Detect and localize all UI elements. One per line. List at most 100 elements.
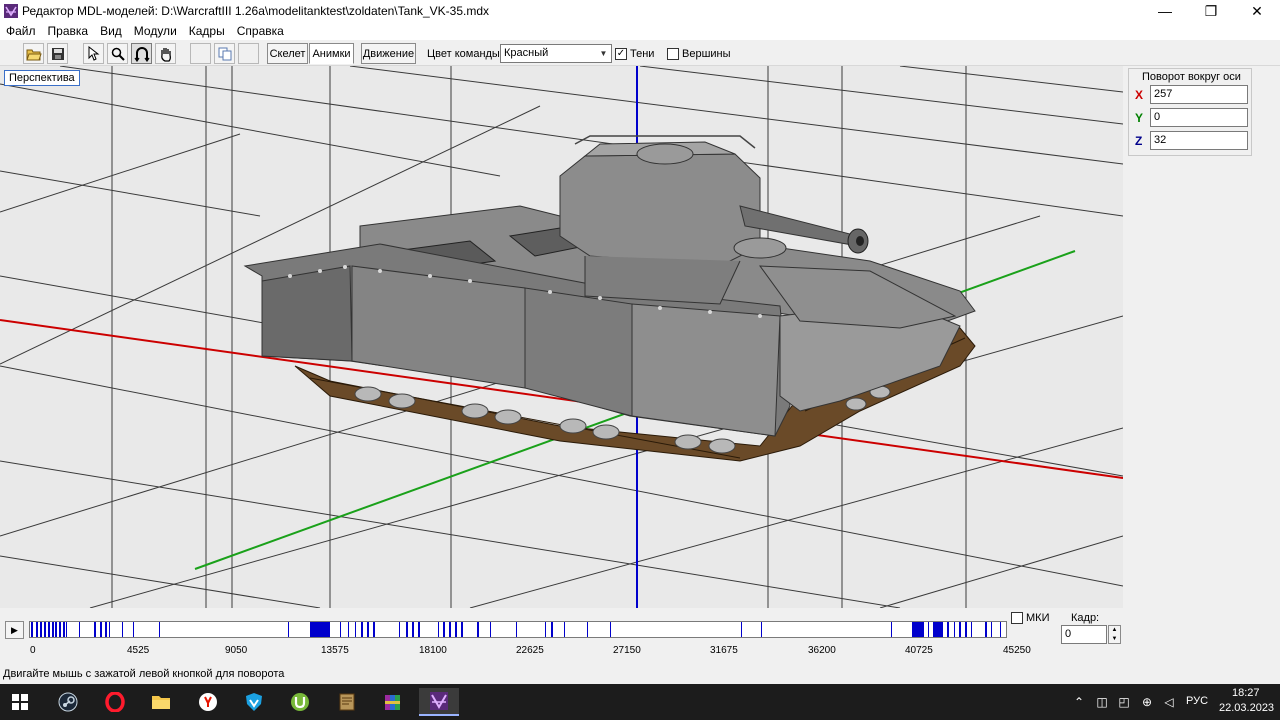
rotation-y-input[interactable]: 0 xyxy=(1150,108,1248,127)
taskbar-steam[interactable] xyxy=(52,688,84,716)
menu-frames[interactable]: Кадры xyxy=(189,24,225,38)
magnifier-icon xyxy=(111,47,125,61)
hand-icon xyxy=(160,47,171,62)
tray-globe-icon[interactable]: ⊕ xyxy=(1139,694,1155,710)
viewport-3d[interactable]: Перспектива xyxy=(0,66,1123,608)
tray-time[interactable]: 18:27 xyxy=(1232,687,1260,699)
timeline-tick: 45250 xyxy=(1003,645,1031,656)
taskbar-mdl-editor[interactable] xyxy=(419,688,459,716)
rotation-panel-title: Поворот вокруг оси xyxy=(1142,71,1241,83)
vertices-label: Вершины xyxy=(682,48,731,60)
open-folder-icon xyxy=(25,49,42,60)
archive-books-icon xyxy=(385,695,400,710)
mdl-editor-icon xyxy=(430,692,448,710)
timeline-tick: 36200 xyxy=(808,645,836,656)
parchment-icon xyxy=(339,693,355,711)
tank-model xyxy=(243,135,976,462)
timeline-tick: 18100 xyxy=(419,645,447,656)
vertices-checkbox[interactable] xyxy=(667,48,679,60)
team-color-select[interactable]: Красный ▼ xyxy=(500,44,612,63)
tab-skeleton[interactable]: Скелет xyxy=(267,43,308,64)
copy-button[interactable] xyxy=(214,43,235,64)
timeline-tick: 4525 xyxy=(127,645,150,656)
tray-volume-icon[interactable]: ◁ xyxy=(1161,694,1177,710)
frame-label: Кадр: xyxy=(1071,612,1100,624)
rotation-group: Поворот вокруг оси X 257 Y 0 Z 32 xyxy=(1128,68,1252,156)
timeline-tick: 13575 xyxy=(321,645,349,656)
shield-icon xyxy=(246,693,262,711)
taskbar-war3-tool[interactable] xyxy=(331,688,363,716)
tray-overflow-chevron-icon[interactable]: ⌃ xyxy=(1071,694,1087,710)
tab-animations[interactable]: Анимки xyxy=(309,43,354,64)
taskbar-shield-app[interactable] xyxy=(238,688,270,716)
keyframe-markers xyxy=(31,622,1001,637)
rotation-z-input[interactable]: 32 xyxy=(1150,131,1248,150)
save-button[interactable] xyxy=(47,43,68,64)
opera-icon xyxy=(105,692,125,712)
play-button[interactable]: ▶ xyxy=(5,621,24,639)
floppy-disk-icon xyxy=(51,47,64,60)
steam-icon xyxy=(58,692,78,712)
open-button[interactable] xyxy=(23,43,44,64)
menu-view[interactable]: Вид xyxy=(100,24,122,38)
tray-network-icon[interactable]: ◰ xyxy=(1116,694,1132,710)
start-button[interactable] xyxy=(4,688,36,716)
timeline-tick: 40725 xyxy=(905,645,933,656)
timeline-track[interactable] xyxy=(29,621,1007,638)
yandex-browser-icon xyxy=(199,693,217,711)
tray-date[interactable]: 22.03.2023 xyxy=(1219,702,1274,714)
copy-pages-icon xyxy=(218,47,231,60)
utorrent-icon xyxy=(291,693,309,711)
taskbar-opera[interactable] xyxy=(99,688,131,716)
perspective-button[interactable]: Перспектива xyxy=(4,70,80,86)
frame-input[interactable]: 0 xyxy=(1061,625,1107,644)
menu-bar: Файл Правка Вид Модули Кадры Справка xyxy=(0,22,1280,40)
tab-movement[interactable]: Движение xyxy=(361,43,416,64)
frame-spinner[interactable]: ▲ ▼ xyxy=(1108,625,1121,644)
play-icon: ▶ xyxy=(11,624,18,635)
close-button[interactable]: ✕ xyxy=(1234,0,1280,22)
window-controls: — ❐ ✕ xyxy=(1142,0,1280,22)
shadows-label: Тени xyxy=(630,48,655,60)
window-title: Редактор MDL-моделей: D:\WarcraftIII 1.2… xyxy=(22,4,490,18)
blank-tool-button[interactable] xyxy=(190,43,211,64)
menu-file[interactable]: Файл xyxy=(6,24,36,38)
rotate-tool-button[interactable] xyxy=(131,43,152,64)
timeline-tick: 0 xyxy=(30,645,36,656)
team-color-value: Красный xyxy=(504,47,549,59)
rotation-x-input[interactable]: 257 xyxy=(1150,85,1248,104)
select-tool-button[interactable] xyxy=(83,43,104,64)
taskbar: ⌃ ◫ ◰ ⊕ ◁ РУС 18:27 22.03.2023 xyxy=(0,684,1280,720)
zoom-tool-button[interactable] xyxy=(107,43,128,64)
tray-language[interactable]: РУС xyxy=(1186,695,1208,707)
folder-icon xyxy=(152,696,170,709)
app-icon xyxy=(4,4,18,18)
chevron-down-icon: ▼ xyxy=(599,49,608,58)
spinner-up-icon[interactable]: ▲ xyxy=(1112,627,1118,633)
pan-tool-button[interactable] xyxy=(155,43,176,64)
blank-tool-button-2[interactable] xyxy=(238,43,259,64)
timeline-tick: 9050 xyxy=(225,645,248,656)
mki-checkbox[interactable] xyxy=(1011,612,1023,624)
menu-edit[interactable]: Правка xyxy=(48,24,89,38)
taskbar-yandex[interactable] xyxy=(192,688,224,716)
taskbar-winrar[interactable] xyxy=(377,688,409,716)
taskbar-utorrent[interactable] xyxy=(284,688,316,716)
title-bar: Редактор MDL-моделей: D:\WarcraftIII 1.2… xyxy=(0,0,1280,22)
tray-camera-icon[interactable]: ◫ xyxy=(1094,694,1110,710)
maximize-button[interactable]: ❐ xyxy=(1188,0,1234,22)
shadows-checkbox[interactable]: ✓ xyxy=(615,48,627,60)
viewport-canvas[interactable] xyxy=(0,66,1123,608)
minimize-button[interactable]: — xyxy=(1142,0,1188,22)
status-bar: Двигайте мышь с зажатой левой кнопкой дл… xyxy=(0,664,1280,684)
timeline-area: ▶ 0 4525 9050 13575 18100 22625 27150 31… xyxy=(0,608,1280,658)
team-color-label: Цвет команды: xyxy=(427,48,503,60)
rotate-arc-icon xyxy=(134,46,149,62)
windows-logo-icon xyxy=(12,694,28,710)
spinner-down-icon[interactable]: ▼ xyxy=(1112,636,1118,642)
menu-help[interactable]: Справка xyxy=(237,24,284,38)
cursor-arrow-icon xyxy=(88,46,99,61)
x-axis-label: X xyxy=(1135,88,1144,102)
menu-modules[interactable]: Модули xyxy=(134,24,177,38)
taskbar-explorer[interactable] xyxy=(145,688,177,716)
